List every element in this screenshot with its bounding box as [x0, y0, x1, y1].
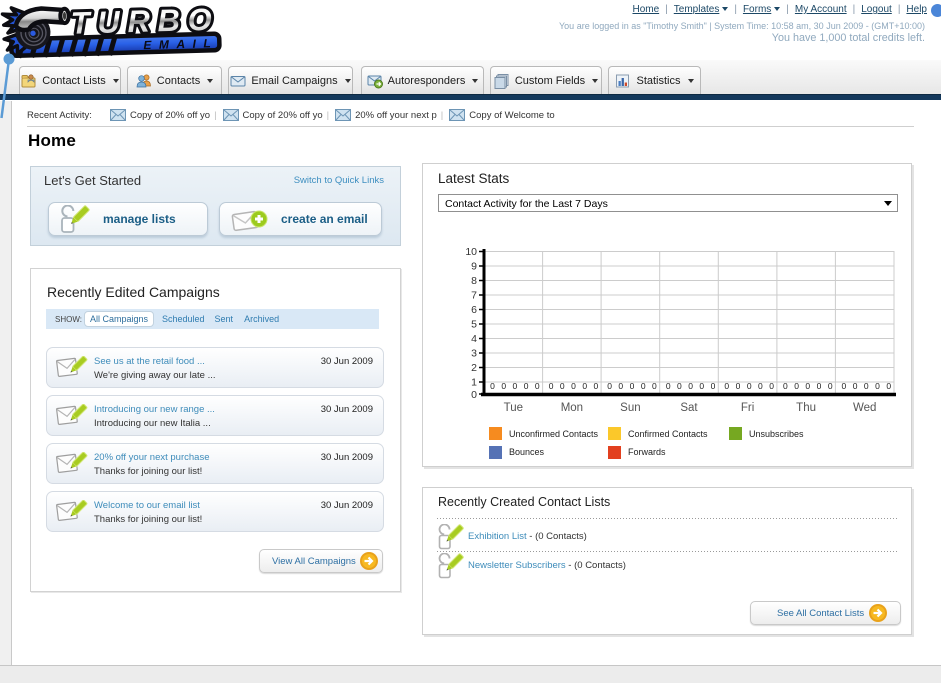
svg-text:0: 0 — [817, 381, 822, 391]
svg-text:0: 0 — [666, 381, 671, 391]
svg-text:0: 0 — [875, 381, 880, 391]
svg-text:0: 0 — [853, 381, 858, 391]
svg-text:0: 0 — [864, 381, 869, 391]
svg-text:0: 0 — [594, 381, 599, 391]
svg-text:0: 0 — [711, 381, 716, 391]
svg-text:0: 0 — [688, 381, 693, 391]
svg-text:Fri: Fri — [741, 402, 754, 414]
svg-text:0: 0 — [618, 381, 623, 391]
svg-text:0: 0 — [736, 381, 741, 391]
svg-text:Wed: Wed — [853, 402, 876, 414]
svg-text:0: 0 — [501, 381, 506, 391]
svg-text:0: 0 — [513, 381, 518, 391]
svg-text:TURBO: TURBO — [70, 2, 212, 41]
svg-text:0: 0 — [549, 381, 554, 391]
svg-text:7: 7 — [471, 290, 477, 302]
svg-text:0: 0 — [842, 381, 847, 391]
svg-text:0: 0 — [490, 381, 495, 391]
svg-text:0: 0 — [607, 381, 612, 391]
svg-text:Tue: Tue — [504, 402, 523, 414]
svg-text:Sun: Sun — [620, 402, 640, 414]
svg-text:9: 9 — [471, 261, 477, 273]
svg-text:5: 5 — [471, 319, 477, 331]
svg-text:3: 3 — [471, 348, 477, 360]
svg-text:0: 0 — [886, 381, 891, 391]
svg-text:6: 6 — [471, 304, 477, 316]
svg-text:0: 0 — [724, 381, 729, 391]
svg-text:0: 0 — [828, 381, 833, 391]
svg-text:10: 10 — [465, 246, 477, 258]
svg-text:0: 0 — [641, 381, 646, 391]
svg-text:0: 0 — [783, 381, 788, 391]
svg-text:0: 0 — [630, 381, 635, 391]
svg-text:0: 0 — [571, 381, 576, 391]
svg-text:0: 0 — [758, 381, 763, 391]
svg-text:0: 0 — [535, 381, 540, 391]
svg-text:0: 0 — [652, 381, 657, 391]
svg-text:0: 0 — [471, 389, 477, 401]
svg-text:0: 0 — [560, 381, 565, 391]
svg-text:0: 0 — [794, 381, 799, 391]
svg-text:0: 0 — [747, 381, 752, 391]
svg-text:4: 4 — [471, 333, 477, 345]
svg-text:Sat: Sat — [680, 402, 698, 414]
svg-text:Thu: Thu — [796, 402, 816, 414]
svg-text:2: 2 — [471, 362, 477, 374]
svg-text:8: 8 — [471, 275, 477, 287]
svg-text:EMAIL: EMAIL — [143, 36, 218, 52]
svg-text:0: 0 — [524, 381, 529, 391]
svg-text:0: 0 — [699, 381, 704, 391]
svg-text:1: 1 — [471, 377, 477, 389]
svg-text:0: 0 — [582, 381, 587, 391]
svg-text:0: 0 — [677, 381, 682, 391]
svg-text:0: 0 — [805, 381, 810, 391]
svg-text:0: 0 — [769, 381, 774, 391]
svg-text:Mon: Mon — [561, 402, 583, 414]
